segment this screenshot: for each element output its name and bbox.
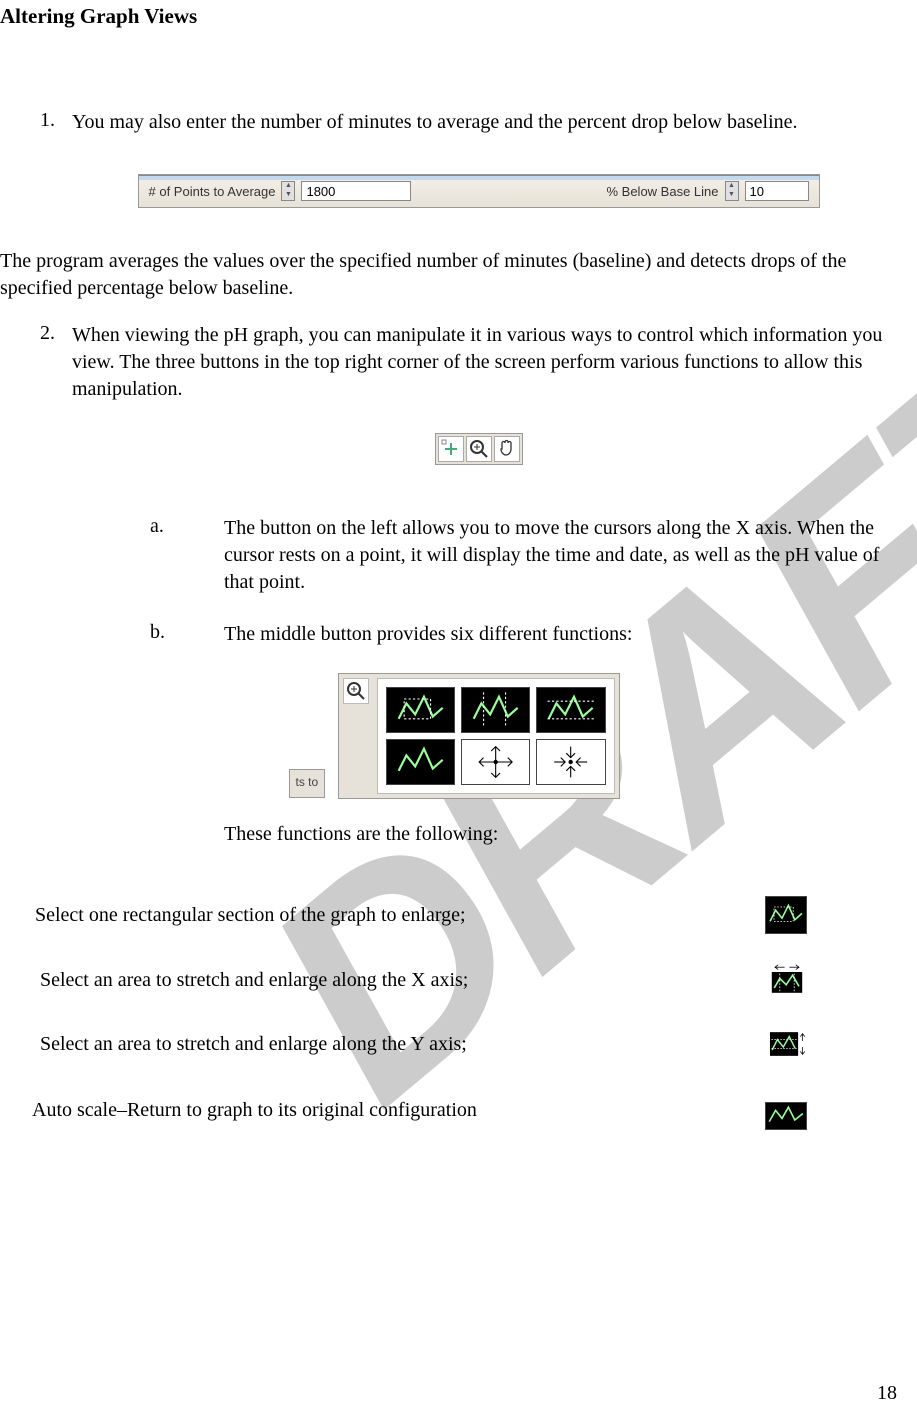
- step-2-text: When viewing the pH graph, you can manip…: [72, 322, 917, 403]
- step-1-number: 1.: [40, 109, 72, 136]
- zoom-palette: ts to: [338, 673, 620, 799]
- palette-corner-fragment: ts to: [289, 769, 326, 798]
- spinner-down-icon[interactable]: ▼: [282, 191, 294, 200]
- averaging-toolbar: # of Points to Average ▲ ▼ % Below Base …: [138, 174, 820, 208]
- func-x-text: Select an area to stretch and enlarge al…: [40, 969, 737, 992]
- func-y-icon: [767, 1026, 807, 1062]
- spinner-down-icon[interactable]: ▼: [726, 191, 738, 200]
- sub-b-letter: b.: [150, 621, 224, 648]
- sub-b-text: The middle button provides six different…: [224, 621, 917, 648]
- sub-a-text: The button on the left allows you to mov…: [224, 515, 917, 596]
- func-autoscale-text: Auto scale–Return to graph to its origin…: [32, 1099, 735, 1122]
- step-2-number: 2.: [40, 322, 72, 403]
- sub-a-letter: a.: [150, 515, 224, 596]
- func-rect-icon: [765, 896, 807, 934]
- page-heading: Altering Graph Views: [0, 4, 917, 29]
- below-baseline-input[interactable]: [745, 181, 809, 201]
- zoom-x-icon[interactable]: [461, 687, 530, 733]
- averaging-explanation: The program averages the values over the…: [0, 248, 917, 302]
- points-to-average-label: # of Points to Average: [149, 184, 276, 199]
- points-spinner[interactable]: ▲ ▼: [281, 181, 295, 201]
- autoscale-icon[interactable]: [386, 739, 455, 785]
- step-1-text: You may also enter the number of minutes…: [72, 109, 917, 136]
- zoom-in-point-icon[interactable]: [461, 739, 530, 785]
- func-x-icon: [767, 962, 807, 998]
- zoom-out-point-icon[interactable]: [536, 739, 605, 785]
- func-y-text: Select an area to stretch and enlarge al…: [40, 1033, 737, 1056]
- zoom-indicator-icon: [343, 678, 369, 704]
- spinner-up-icon[interactable]: ▲: [726, 182, 738, 191]
- func-rect-text: Select one rectangular section of the gr…: [35, 904, 735, 927]
- spinner-up-icon[interactable]: ▲: [282, 182, 294, 191]
- cursor-tool-icon[interactable]: [438, 436, 464, 462]
- page-number: 18: [877, 1382, 897, 1405]
- below-baseline-label: % Below Base Line: [606, 184, 718, 199]
- pan-tool-icon[interactable]: [494, 436, 520, 462]
- graph-controls-toolbar: [435, 433, 523, 465]
- functions-lead-text: These functions are the following:: [224, 823, 917, 846]
- zoom-rect-icon[interactable]: [386, 687, 455, 733]
- points-to-average-input[interactable]: [301, 181, 411, 201]
- zoom-tool-icon[interactable]: [466, 436, 492, 462]
- zoom-y-icon[interactable]: [536, 687, 605, 733]
- func-autoscale-icon: [765, 1102, 807, 1130]
- below-spinner[interactable]: ▲ ▼: [725, 181, 739, 201]
